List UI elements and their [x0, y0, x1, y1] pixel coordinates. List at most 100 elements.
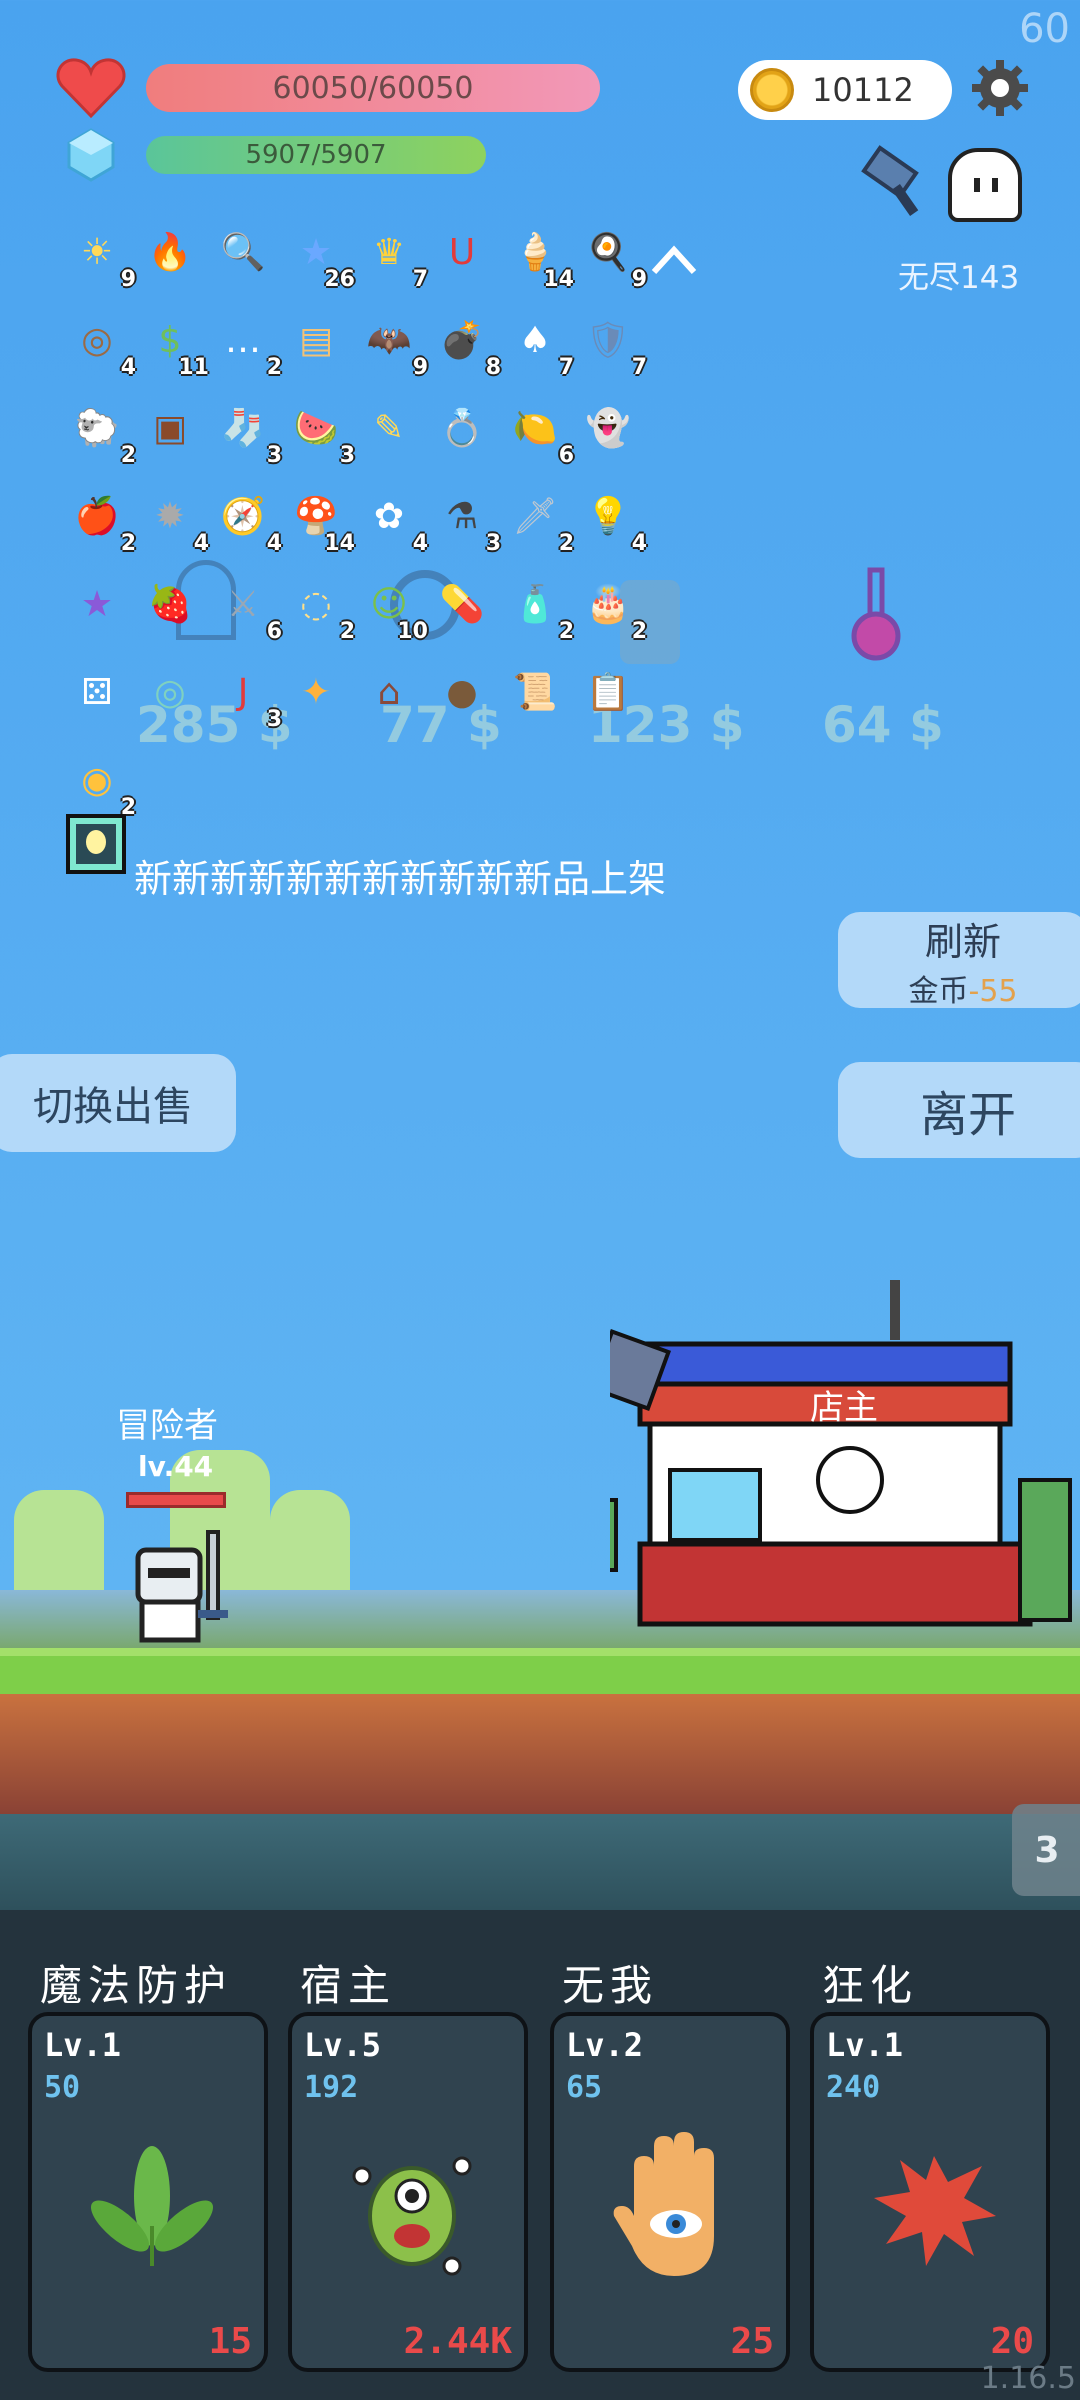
item-count: 2 [266, 355, 282, 380]
item-icon: 📋 [585, 672, 631, 713]
item-count: 2 [339, 619, 355, 644]
inventory-item[interactable]: ✿ 4 [356, 484, 428, 557]
inventory-item[interactable]: 📋 [575, 660, 641, 726]
inventory-item[interactable]: ♛ 7 [356, 220, 428, 293]
item-icon: 📜 [512, 672, 558, 713]
inventory-item[interactable]: ✎ [356, 396, 422, 462]
inventory-item[interactable]: 🧦 3 [210, 396, 282, 469]
switch-to-sell-button[interactable]: 切换出售 [0, 1054, 236, 1152]
blood-splat-icon [874, 2156, 996, 2266]
inventory-item[interactable]: 🍄 14 [283, 484, 355, 557]
inventory-item[interactable]: ☺ 10 [356, 572, 428, 645]
item-icon: 💡 [585, 496, 631, 537]
inventory-item[interactable]: 🍦 14 [502, 220, 574, 293]
cleaver-icon [861, 145, 919, 216]
item-icon: ✿ [373, 496, 405, 537]
adventurer-level: lv.44 [138, 1450, 214, 1483]
refresh-cost-value: -55 [968, 973, 1018, 1009]
inventory-item[interactable]: ⚗ 3 [429, 484, 501, 557]
skill-card-berserk[interactable]: Lv.1 240 20 [810, 2012, 1050, 2372]
item-icon: ◌ [300, 584, 332, 625]
item-icon: ● [446, 672, 478, 713]
inventory-item[interactable]: ▤ [283, 308, 349, 374]
inventory-item[interactable]: 🧭 4 [210, 484, 282, 557]
refresh-shop-button[interactable]: 刷新 金币-55 [838, 912, 1080, 1009]
inventory-item[interactable]: 📜 [502, 660, 568, 726]
inventory-item[interactable]: 🍋 6 [502, 396, 574, 469]
item-count: 4 [266, 531, 282, 556]
item-count: 3 [266, 707, 282, 732]
settings-gear-icon[interactable] [968, 56, 1032, 120]
skill-level: Lv.1 [44, 2026, 122, 2064]
inventory-item[interactable]: 🧴 2 [502, 572, 574, 645]
inventory-item[interactable]: 🎂 2 [575, 572, 647, 645]
inventory-item[interactable]: ◉ 2 [64, 748, 136, 821]
ghost-pet-icon[interactable] [948, 148, 1022, 222]
collapse-chevron-up-icon[interactable] [648, 240, 700, 280]
inventory-item[interactable]: 🦇 9 [356, 308, 428, 381]
inventory-item[interactable]: 🍓 [137, 572, 203, 638]
version-label: 1.16.5 [980, 2361, 1076, 2396]
wave-counter-tab[interactable]: 3 [1012, 1804, 1080, 1896]
inventory-item[interactable]: 🍎 2 [64, 484, 136, 557]
item-icon: 🔍 [220, 232, 266, 273]
inventory-item[interactable]: ★ [64, 572, 130, 638]
item-icon: ⚔ [226, 584, 260, 625]
inventory-item[interactable]: ♠ 7 [502, 308, 574, 381]
item-count: 6 [558, 443, 574, 468]
inventory-item[interactable]: $11 [137, 308, 209, 381]
inventory-item[interactable]: 🗡 2 [502, 484, 574, 557]
inventory-item[interactable]: 👻 [575, 396, 641, 462]
item-icon: 🛡 [585, 320, 631, 361]
inventory-item[interactable]: ✦ [283, 660, 349, 726]
item-icon: ✎ [373, 408, 405, 449]
inventory-item[interactable]: ★ 26 [283, 220, 355, 293]
inventory-item[interactable]: ◎ [137, 660, 203, 726]
inventory-item[interactable]: J3 [210, 660, 282, 733]
item-icon: 🧭 [220, 496, 266, 537]
knight-adventurer-sprite[interactable] [130, 1530, 240, 1648]
inventory-item[interactable]: 💊 [429, 572, 495, 638]
item-icon: 🐑 [74, 408, 120, 449]
inventory-item[interactable]: 🍉 3 [283, 396, 355, 469]
inventory-item[interactable]: ✹ 4 [137, 484, 209, 557]
inventory-item[interactable]: ◎ 4 [64, 308, 136, 381]
inventory-item[interactable]: ⚔ 6 [210, 572, 282, 645]
inventory-item[interactable]: ⌂ [356, 660, 422, 726]
item-count: 6 [266, 619, 282, 644]
item-count: 14 [543, 267, 574, 292]
item-count: 11 [178, 355, 209, 380]
refresh-label: 刷新 [924, 919, 1001, 964]
shop-price-4: 64 $ [822, 696, 944, 754]
inventory-item[interactable]: ◌ 2 [283, 572, 355, 645]
potion-flask-icon[interactable] [846, 566, 906, 666]
inventory-item[interactable]: ⚄ [64, 660, 130, 726]
fps-counter: 60 [1019, 6, 1070, 52]
inventory-item[interactable]: ● [429, 660, 495, 726]
inventory-item[interactable]: 🍳 9 [575, 220, 647, 293]
inventory-item[interactable]: … 2 [210, 308, 282, 381]
skill-cost: 240 [826, 2070, 881, 2105]
merchant-shop-cart[interactable] [610, 1280, 1080, 1650]
inventory-item[interactable]: 🛡 7 [575, 308, 647, 381]
skill-card-magic-shield[interactable]: Lv.1 50 15 [28, 2012, 268, 2372]
inventory-item[interactable]: ☀ 9 [64, 220, 136, 293]
inventory-item[interactable]: 💡 4 [575, 484, 647, 557]
item-icon: 🍓 [147, 584, 193, 625]
inventory-item[interactable]: 🔍 [210, 220, 276, 286]
leave-shop-button[interactable]: 离开 [838, 1062, 1080, 1158]
shopkeeper-label: 店主 [810, 1388, 878, 1428]
skill-level: Lv.1 [826, 2026, 904, 2064]
inventory-item[interactable]: U [429, 220, 495, 286]
inventory-item[interactable]: 💍 [429, 396, 495, 462]
item-icon: J [237, 672, 249, 713]
inventory-item[interactable]: 🐑 2 [64, 396, 136, 469]
inventory-item[interactable]: 💣 8 [429, 308, 501, 381]
skill-card-selfless[interactable]: Lv.2 65 25 [550, 2012, 790, 2372]
inventory-item[interactable]: 🔥 [137, 220, 203, 286]
grass-ground [0, 1648, 1080, 1694]
inventory-item[interactable]: ▣ [137, 396, 203, 462]
item-icon: 🔥 [147, 232, 193, 273]
skill-card-host[interactable]: Lv.5 192 2.44K [288, 2012, 528, 2372]
item-icon: ✦ [300, 672, 332, 713]
